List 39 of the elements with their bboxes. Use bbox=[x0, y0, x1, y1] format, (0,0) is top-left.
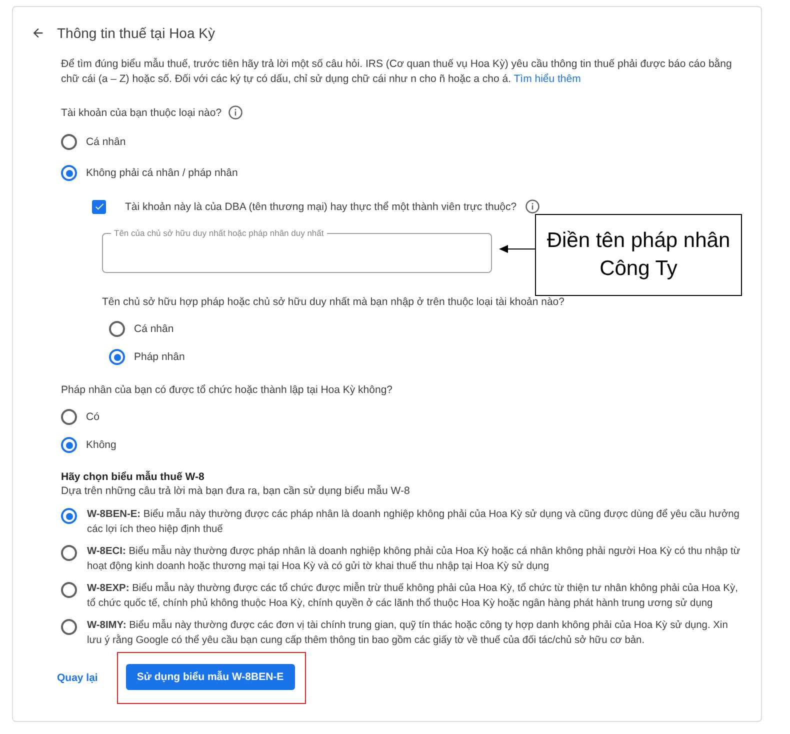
back-arrow-icon[interactable] bbox=[31, 26, 45, 40]
section-subheading: Dựa trên những câu trả lời mà bạn đưa ra, bạn cần sử dụng biểu mẫu W-8 bbox=[61, 485, 411, 497]
radio-label: Không phải cá nhân / pháp nhân bbox=[86, 166, 238, 180]
radio-label: Cá nhân bbox=[134, 322, 174, 336]
radio-button[interactable] bbox=[61, 165, 77, 181]
form-option-text: W-8EXP: Biểu mẫu này thường được các tổ chức được miễn trừ thuế không phải của Hoa Kỳ, tổ chức từ thiện tư nhân không phải của Hoa Kỳ, tổ chức quốc tế, chính phủ không thuộc Hoa Kỳ, chính quyền ở các lãnh thổ thuộc Hoa Kỳ hoặc ngân hàng phát hành trung ương sử dụng bbox=[87, 581, 739, 611]
form-option-text: W-8IMY: Biểu mẫu này thường được các đơn vị tài chính trung gian, quỹ tín thác hoặc công ty hợp danh không phải của Hoa Kỳ sử dụng. Xin lưu ý rằng Google có thể yêu cầu bạn cung cấp thêm thông tin bao gồm các giấy tờ về thuế của đối tác/chủ sở hữu cơ bản. bbox=[87, 618, 729, 648]
question-text: Tên chủ sở hữu hợp pháp hoặc chủ sở hữu duy nhất mà bạn nhập ở trên thuộc loại tài khoản nào? bbox=[102, 295, 564, 309]
learn-more-link[interactable]: Tìm hiểu thêm bbox=[514, 73, 581, 85]
back-link[interactable]: Quay lại bbox=[57, 672, 98, 684]
question-text: Tài khoản của bạn thuộc loại nào? bbox=[61, 106, 222, 120]
question-text: Pháp nhân của bạn có được tổ chức hoặc thành lập tại Hoa Kỳ không? bbox=[61, 383, 392, 397]
radio-label: Pháp nhân bbox=[134, 350, 185, 364]
info-icon[interactable] bbox=[524, 199, 540, 214]
submit-button[interactable]: Sử dụng biểu mẫu W-8BEN-E bbox=[126, 664, 295, 690]
section-heading: Hãy chọn biểu mẫu thuế W-8 bbox=[61, 471, 206, 483]
checkmark-icon bbox=[94, 201, 104, 212]
annotation-text: Công Ty bbox=[600, 256, 678, 282]
annotation-text: Điền tên pháp nhân bbox=[546, 228, 730, 254]
form-option-text: W-8BEN-E: Biểu mẫu này thường được các pháp nhân là doanh nghiệp không phải của Hoa Kỳ sử dụng và cũng được dùng để yêu cầu hưởng các lợi ích theo hiệp định thuế bbox=[87, 507, 740, 537]
info-icon[interactable] bbox=[228, 105, 243, 120]
radio-button[interactable] bbox=[61, 619, 77, 635]
checkbox[interactable] bbox=[92, 200, 106, 214]
radio-label: Cá nhân bbox=[86, 135, 126, 149]
radio-label: Không bbox=[86, 438, 116, 452]
field-label: Tên của chủ sở hữu duy nhất hoặc pháp nhân duy nhất bbox=[111, 228, 327, 238]
radio-button[interactable] bbox=[109, 321, 125, 337]
intro-text: Để tìm đúng biểu mẫu thuế, trước tiên hãy trả lời một số câu hỏi. IRS (Cơ quan thuế vụ Hoa Kỳ) yêu cầu thông tin thuế phải được báo cáo bằng chữ cái (a – Z) hoặc số. Đối với các ký tự có dấu, chỉ sử dụng chữ cái như n cho ñ hoặc a cho á. Tìm hiểu thêm bbox=[61, 57, 733, 87]
radio-button[interactable] bbox=[61, 437, 77, 453]
checkbox-label: Tài khoản này là của DBA (tên thương mại) hay thực thể một thành viên trực thuộc? bbox=[125, 200, 517, 214]
radio-label: Có bbox=[86, 410, 100, 424]
radio-button[interactable] bbox=[61, 508, 77, 524]
radio-button[interactable] bbox=[61, 545, 77, 561]
form-option-text: W-8ECI: Biểu mẫu này thường được pháp nhân là doanh nghiệp không phải của Hoa Kỳ hoặc cá nhân không phải người Hoa Kỳ có thu nhập từ hoạt động kinh doanh hoặc thương mại tại Hoa Kỳ và có gửi tờ khai thuế thu nhập tại Hoa Kỳ sử dụng bbox=[87, 544, 741, 574]
radio-button[interactable] bbox=[61, 134, 77, 150]
radio-button[interactable] bbox=[61, 409, 77, 425]
page-title: Thông tin thuế tại Hoa Kỳ bbox=[57, 25, 215, 41]
radio-button[interactable] bbox=[61, 582, 77, 598]
radio-button[interactable] bbox=[109, 349, 125, 365]
